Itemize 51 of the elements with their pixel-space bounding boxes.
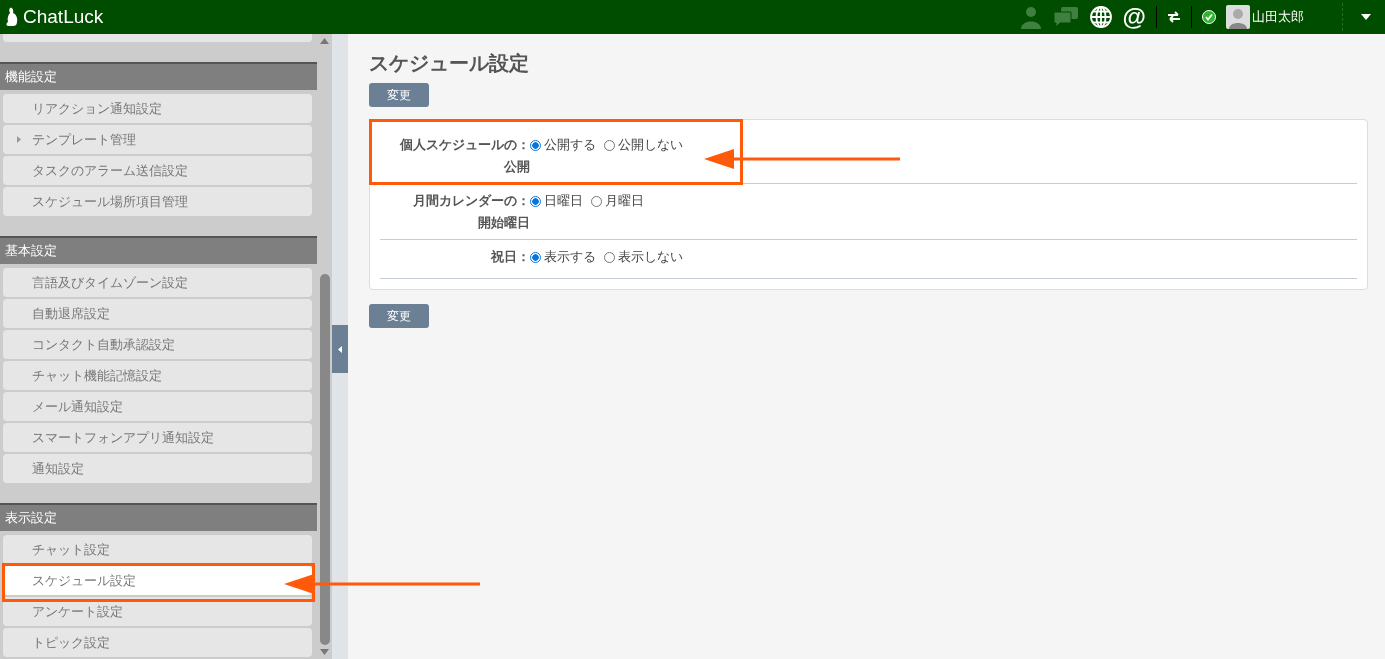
change-button[interactable]: 変更 bbox=[369, 304, 429, 328]
chat-bubbles-icon[interactable] bbox=[1052, 6, 1079, 28]
caret-left-icon bbox=[338, 345, 342, 353]
sidebar-item[interactable]: メール通知設定 bbox=[3, 392, 312, 421]
sidebar-item[interactable]: タスクのアラーム送信設定 bbox=[3, 156, 312, 185]
person-icon[interactable] bbox=[1018, 5, 1043, 29]
radio-button[interactable] bbox=[604, 139, 615, 151]
radio-option[interactable]: 表示しない bbox=[604, 248, 683, 266]
page-title: スケジュール設定 bbox=[369, 50, 530, 77]
radio-button[interactable] bbox=[530, 195, 541, 207]
radio-option[interactable]: 表示する bbox=[530, 248, 596, 266]
sidebar-item[interactable]: スマートフォンアプリ通知設定 bbox=[3, 423, 312, 452]
expand-triangle-icon[interactable] bbox=[17, 136, 21, 143]
rabbit-logo-icon bbox=[5, 7, 19, 27]
mention-icon[interactable]: @ bbox=[1122, 4, 1146, 30]
radio-option[interactable]: 日曜日 bbox=[530, 192, 583, 210]
radio-button[interactable] bbox=[604, 251, 615, 263]
app-logo: ChatLuck bbox=[23, 6, 104, 28]
radio-option[interactable]: 公開しない bbox=[604, 136, 683, 154]
avatar-icon bbox=[1226, 5, 1250, 29]
section-header: 基本設定 bbox=[0, 236, 317, 264]
sidebar-item[interactable]: チャット機能記憶設定 bbox=[3, 361, 312, 390]
sidebar-item[interactable]: 言語及びタイムゾーン設定 bbox=[3, 268, 312, 297]
sidebar-item[interactable]: テンプレート管理 bbox=[3, 125, 312, 154]
radio-option[interactable]: 月曜日 bbox=[591, 192, 644, 210]
sidebar-item[interactable]: 通知設定 bbox=[3, 454, 312, 483]
scroll-up-icon[interactable] bbox=[320, 38, 329, 44]
sidebar-item[interactable]: 自動退席設定 bbox=[3, 299, 312, 328]
change-button[interactable]: 変更 bbox=[369, 83, 429, 107]
radio-button[interactable] bbox=[530, 139, 541, 151]
sidebar-item[interactable]: トピック設定 bbox=[3, 628, 312, 657]
scroll-down-icon[interactable] bbox=[320, 649, 329, 655]
scrollbar-thumb[interactable] bbox=[319, 274, 330, 645]
sidebar-item[interactable]: チャット設定 bbox=[3, 535, 312, 564]
sidebar-item[interactable]: スケジュール場所項目管理 bbox=[3, 187, 312, 216]
setting-label: 月間カレンダーの： 開始曜日 bbox=[412, 192, 530, 232]
caret-down-icon[interactable] bbox=[1361, 14, 1371, 20]
radio-option[interactable]: 公開する bbox=[530, 136, 596, 154]
section-header: 表示設定 bbox=[0, 503, 317, 531]
sidebar-item[interactable]: コンタクト自動承認設定 bbox=[3, 330, 312, 359]
setting-label: 個人スケジュールの： 公開 bbox=[398, 136, 530, 176]
swap-arrows-icon[interactable] bbox=[1167, 11, 1181, 23]
collapse-sidebar-tab[interactable] bbox=[332, 325, 348, 373]
sidebar-item[interactable]: リアクション通知設定 bbox=[3, 94, 312, 123]
user-name[interactable]: 山田太郎 bbox=[1252, 8, 1304, 26]
setting-label: 祝日： bbox=[489, 248, 530, 266]
radio-button[interactable] bbox=[530, 251, 541, 263]
globe-icon[interactable] bbox=[1088, 5, 1113, 29]
section-header: 機能設定 bbox=[0, 62, 317, 90]
radio-button[interactable] bbox=[591, 195, 602, 207]
sidebar-item[interactable]: スケジュール設定 bbox=[3, 566, 312, 595]
